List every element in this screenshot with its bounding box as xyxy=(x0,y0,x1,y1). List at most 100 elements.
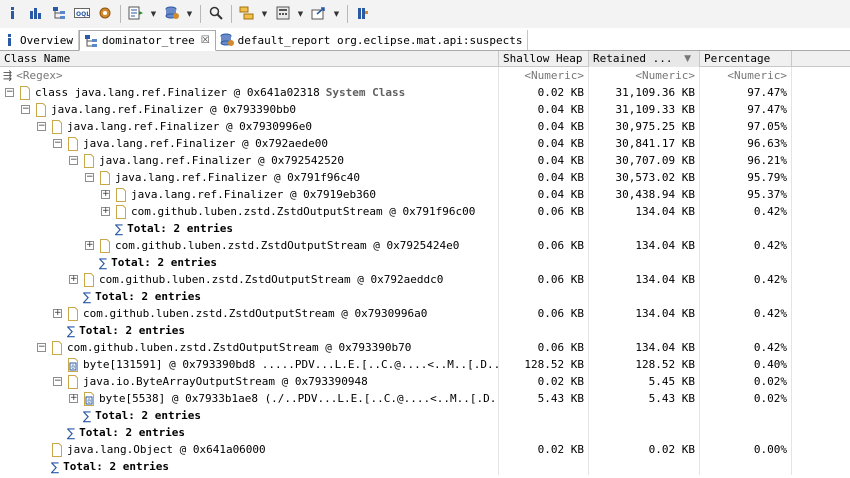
dominator-tree-icon xyxy=(52,6,66,23)
shallow-heap-cell: 0.04 KB xyxy=(499,135,589,152)
class-name-cell: ∑ Total: 2 entries xyxy=(0,288,499,305)
object-label: java.lang.ref.Finalizer @ 0x793390bb0 xyxy=(51,103,297,116)
table-row[interactable]: − java.lang.ref.Finalizer @ 0x7930996e0 0.… xyxy=(0,118,850,135)
table-row[interactable]: − java.lang.ref.Finalizer @ 0x792542520 0.… xyxy=(0,152,850,169)
heap-dump-overview-button[interactable] xyxy=(95,4,115,24)
filter-class-name[interactable]: ⇶ <Regex> xyxy=(0,67,499,84)
table-row[interactable]: − class java.lang.ref.Finalizer @ 0x641a0… xyxy=(0,84,850,101)
column-header-percentage[interactable]: Percentage xyxy=(700,51,792,67)
collapse-toggle-icon[interactable]: − xyxy=(53,377,62,386)
column-header-shallow-heap[interactable]: Shallow Heap xyxy=(499,51,589,67)
retained-heap-cell: 5.45 KB xyxy=(589,373,700,390)
table-row[interactable]: + com.github.luben.zstd.ZstdOutputStream … xyxy=(0,271,850,288)
dominator-tree-button[interactable] xyxy=(49,4,69,24)
toolbar-separator xyxy=(120,5,121,23)
total-entries-row[interactable]: ∑ Total: 2 entries xyxy=(0,424,850,441)
filter-icon: ⇶ xyxy=(3,69,13,82)
search-button[interactable] xyxy=(206,4,226,24)
collapse-toggle-icon[interactable]: − xyxy=(53,139,62,148)
total-entries-label: Total: 2 entries xyxy=(95,409,202,422)
collapse-toggle-icon[interactable]: − xyxy=(37,343,46,352)
percentage-cell xyxy=(700,407,792,424)
column-header-retained-heap[interactable]: Retained ... ▼ xyxy=(589,51,700,67)
filter-regex-placeholder: <Regex> xyxy=(16,69,63,82)
collapse-toggle-icon[interactable]: − xyxy=(69,156,78,165)
total-entries-row[interactable]: ∑ Total: 2 entries xyxy=(0,458,850,475)
collapse-toggle-icon[interactable]: − xyxy=(85,173,94,182)
shallow-heap-cell: 0.06 KB xyxy=(499,203,589,220)
table-row[interactable]: − com.github.luben.zstd.ZstdOutputStream … xyxy=(0,339,850,356)
expand-toggle-icon[interactable]: + xyxy=(101,190,110,199)
table-row[interactable]: +0 byte[5538] @ 0x7933b1ae8 (./..PDV...L.… xyxy=(0,390,850,407)
table-row[interactable]: + com.github.luben.zstd.ZstdOutputStream … xyxy=(0,203,850,220)
info-button[interactable] xyxy=(3,4,23,24)
table-row[interactable]: − java.lang.ref.Finalizer @ 0x791f96c40 0.… xyxy=(0,169,850,186)
histogram-button[interactable] xyxy=(26,4,46,24)
pin-button[interactable] xyxy=(353,4,373,24)
calculate-retained-button[interactable] xyxy=(273,4,293,24)
retained-heap-cell: 134.04 KB xyxy=(589,305,700,322)
percentage-cell: 0.42% xyxy=(700,271,792,288)
table-row[interactable]: 0 byte[131591] @ 0x793390bd8 .....PDV...L… xyxy=(0,356,850,373)
filter-percentage[interactable]: <Numeric> xyxy=(700,67,792,84)
expand-toggle-icon[interactable]: + xyxy=(85,241,94,250)
expand-toggle-icon[interactable]: + xyxy=(69,394,78,403)
retained-heap-cell: 5.43 KB xyxy=(589,390,700,407)
filter-retained[interactable]: <Numeric> xyxy=(589,67,700,84)
filter-retained-placeholder: <Numeric> xyxy=(635,69,695,82)
shallow-heap-cell: 0.04 KB xyxy=(499,118,589,135)
total-entries-row[interactable]: ∑ Total: 2 entries xyxy=(0,254,850,271)
table-row[interactable]: + com.github.luben.zstd.ZstdOutputStream … xyxy=(0,305,850,322)
tab-dominator-tree[interactable]: dominator_tree ☒ xyxy=(78,30,216,51)
total-entries-row[interactable]: ∑ Total: 2 entries xyxy=(0,220,850,237)
total-entries-row[interactable]: ∑ Total: 2 entries xyxy=(0,322,850,339)
pin-icon xyxy=(356,6,370,23)
total-entries-row[interactable]: ∑ Total: 2 entries xyxy=(0,288,850,305)
object-icon xyxy=(83,153,95,168)
table-row[interactable]: + java.lang.ref.Finalizer @ 0x7919eb360 0.… xyxy=(0,186,850,203)
run-report-dropdown-arrow[interactable]: ▼ xyxy=(149,4,158,24)
object-label: java.lang.ref.Finalizer @ 0x792aede00 xyxy=(83,137,329,150)
object-label: java.io.ByteArrayOutputStream @ 0x793390… xyxy=(83,375,368,388)
oql-button[interactable]: OQL xyxy=(72,4,92,24)
class-name-cell: − class java.lang.ref.Finalizer @ 0x641a0… xyxy=(0,84,499,101)
class-name-cell: + com.github.luben.zstd.ZstdOutputStream … xyxy=(0,203,499,220)
group-by-dropdown-arrow[interactable]: ▼ xyxy=(260,4,269,24)
sigma-icon: ∑ xyxy=(83,289,92,304)
object-icon xyxy=(51,442,63,457)
object-icon xyxy=(99,238,111,253)
shallow-heap-cell: 0.04 KB xyxy=(499,152,589,169)
tab-default-report[interactable]: default_report org.eclipse.mat.api:suspe… xyxy=(216,30,529,50)
filter-row: ⇶ <Regex> <Numeric> <Numeric> <Numeric> xyxy=(0,67,850,84)
percentage-cell: 0.02% xyxy=(700,390,792,407)
shallow-heap-cell: 128.52 KB xyxy=(499,356,589,373)
info-icon xyxy=(4,33,16,47)
expand-toggle-icon[interactable]: + xyxy=(69,275,78,284)
object-icon xyxy=(51,340,63,355)
table-row[interactable]: java.lang.Object @ 0x641a06000 0.02 KB 0.0… xyxy=(0,441,850,458)
table-row[interactable]: − java.lang.ref.Finalizer @ 0x793390bb0 0.… xyxy=(0,101,850,118)
tab-overview[interactable]: Overview xyxy=(0,30,79,50)
column-header-class-name[interactable]: Class Name xyxy=(0,51,499,67)
export-button[interactable] xyxy=(309,4,329,24)
calculate-retained-dropdown-arrow[interactable]: ▼ xyxy=(296,4,305,24)
table-row[interactable]: + com.github.luben.zstd.ZstdOutputStream … xyxy=(0,237,850,254)
expand-toggle-icon[interactable]: + xyxy=(101,207,110,216)
table-row[interactable]: − java.lang.ref.Finalizer @ 0x792aede00 0.… xyxy=(0,135,850,152)
shallow-heap-cell xyxy=(499,220,589,237)
run-report-button[interactable] xyxy=(126,4,146,24)
close-tab-icon[interactable]: ☒ xyxy=(201,35,210,46)
collapse-toggle-icon[interactable]: − xyxy=(37,122,46,131)
expand-toggle-icon[interactable]: + xyxy=(53,309,62,318)
query-browser-button[interactable] xyxy=(162,4,182,24)
query-browser-dropdown-arrow[interactable]: ▼ xyxy=(185,4,194,24)
filter-shallow[interactable]: <Numeric> xyxy=(499,67,589,84)
tab-label: default_report org.eclipse.mat.api:suspe… xyxy=(237,33,523,47)
toolbar-separator xyxy=(347,5,348,23)
collapse-toggle-icon[interactable]: − xyxy=(5,88,14,97)
export-dropdown-arrow[interactable]: ▼ xyxy=(332,4,341,24)
table-row[interactable]: − java.io.ByteArrayOutputStream @ 0x79339… xyxy=(0,373,850,390)
collapse-toggle-icon[interactable]: − xyxy=(21,105,30,114)
total-entries-row[interactable]: ∑ Total: 2 entries xyxy=(0,407,850,424)
group-by-button[interactable] xyxy=(237,4,257,24)
